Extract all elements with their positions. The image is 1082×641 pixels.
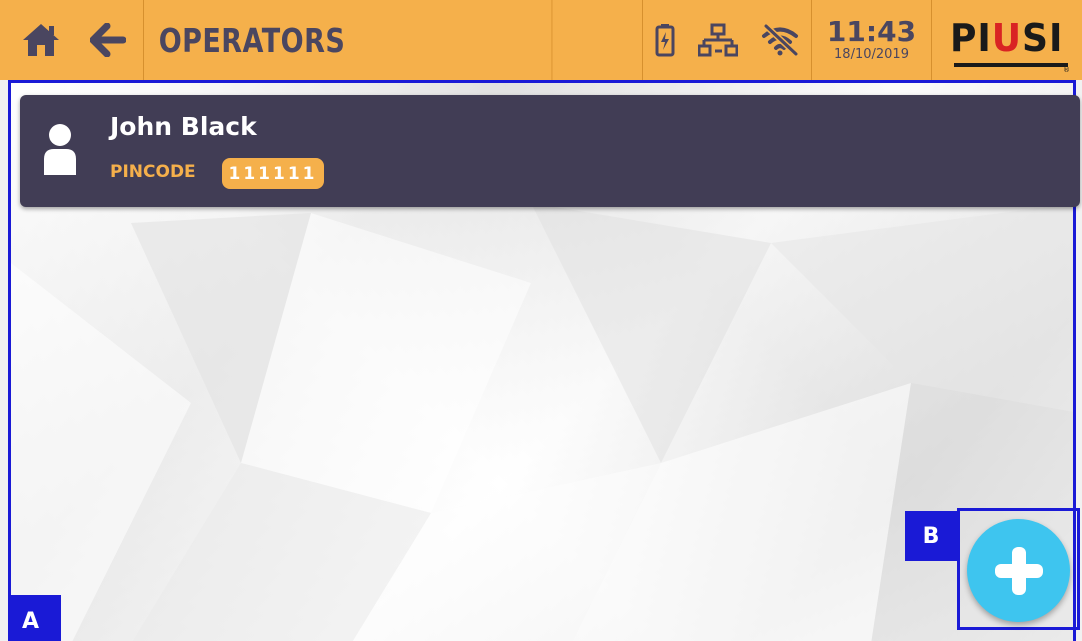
home-button[interactable] (0, 0, 72, 80)
logo-part2: U (992, 16, 1023, 60)
network-icon (697, 23, 738, 57)
back-arrow-icon (89, 23, 126, 57)
logo-registered-mark: ® (1063, 66, 1070, 74)
status-icons (642, 0, 812, 80)
battery-icon (655, 24, 675, 57)
annotation-a: A (11, 595, 61, 641)
logo-underline (954, 63, 1068, 67)
back-button[interactable] (72, 0, 144, 80)
operator-name: John Black (110, 112, 257, 141)
clock-time: 11:43 (826, 15, 917, 48)
user-icon (44, 124, 76, 175)
screen: OPERATORS 11:43 18/10/2019 PIUSI ® John … (0, 0, 1082, 641)
logo-text: PIUSI (950, 16, 1063, 60)
wifi-off-icon (762, 23, 799, 57)
home-icon (23, 24, 59, 56)
operator-card[interactable]: John Black PINCODE 111111 (20, 95, 1080, 207)
logo-part3: SI (1022, 16, 1064, 60)
pincode-badge: 111111 (222, 158, 324, 189)
page-title: OPERATORS (144, 0, 553, 80)
add-operator-button[interactable] (967, 519, 1070, 622)
pincode-label: PINCODE (110, 162, 196, 182)
plus-icon (994, 546, 1043, 595)
piusi-logo: PIUSI ® (932, 0, 1082, 80)
top-bar: OPERATORS 11:43 18/10/2019 PIUSI ® (0, 0, 1082, 80)
clock: 11:43 18/10/2019 (812, 0, 932, 80)
logo-part1: PI (950, 16, 993, 60)
annotation-b: B (905, 511, 957, 561)
clock-date: 18/10/2019 (834, 47, 909, 62)
